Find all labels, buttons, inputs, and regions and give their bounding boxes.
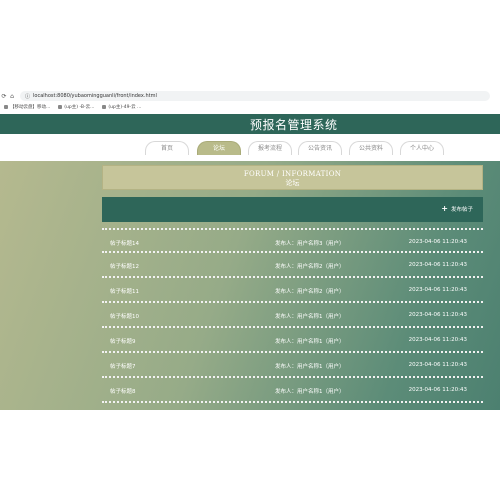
tab-forum[interactable]: 论坛 [197,141,241,155]
post-row[interactable]: 帖子标题9 发布人：用户名称1（用户） 2023-04-06 11:20:43 [102,328,483,353]
tab-home[interactable]: 首页 [145,141,189,155]
bookmark-icon [4,105,8,109]
section-banner: FORUM / INFORMATION 论坛 [102,165,483,190]
post-row[interactable]: 帖子标题8 发布人：用户名称1（用户） 2023-04-06 11:20:43 [102,378,483,403]
post-author: 发布人：用户名称3（用户） [275,241,345,247]
post-title[interactable]: 帖子标题12 [110,262,139,270]
bookmark-icon [102,105,107,109]
tab-personal-center[interactable]: 个人中心 [400,141,444,155]
post-date: 2023-04-06 11:20:43 [408,387,467,393]
home-icon[interactable]: ⌂ [8,93,16,100]
banner-title-zh: 论坛 [285,179,300,187]
post-row[interactable]: 帖子标题14 发布人：用户名称3（用户） 2023-04-06 11:20:43 [102,228,483,253]
bookmark-item[interactable]: 【移动云盘】移动... [4,104,50,110]
bookmark-item[interactable]: (up主)-49-云 ... [102,104,141,110]
forum-toolbar: + 发布帖子 [102,197,483,222]
bookmarks-bar: 【移动云盘】移动... (up主) -B-云... (up主)-49-云 ... [0,102,500,112]
post-author: 发布人：用户名称1（用户） [275,314,345,320]
post-list: 帖子标题14 发布人：用户名称3（用户） 2023-04-06 11:20:43… [102,228,483,403]
post-author: 发布人：用户名称1（用户） [275,389,345,395]
new-post-button[interactable]: + 发布帖子 [441,204,473,214]
post-author: 发布人：用户名称2（用户） [275,289,345,295]
post-title[interactable]: 帖子标题9 [110,337,136,345]
post-title[interactable]: 帖子标题14 [110,239,139,247]
tab-announcements[interactable]: 公告资讯 [298,141,342,155]
info-icon: ⓘ [25,93,31,100]
post-date: 2023-04-06 11:20:43 [408,239,467,245]
post-row[interactable]: 帖子标题10 发布人：用户名称1（用户） 2023-04-06 11:20:43 [102,303,483,328]
url-text: localhost:8080/yubaomingguanli/front/ind… [33,93,157,99]
bookmark-icon [58,105,63,109]
post-date: 2023-04-06 11:20:43 [408,312,467,318]
post-date: 2023-04-06 11:20:43 [408,362,467,368]
post-author: 发布人：用户名称2（用户） [275,264,345,270]
site-title: 预报名管理系统 [250,118,338,132]
post-title[interactable]: 帖子标题10 [110,312,139,320]
new-post-label: 发布帖子 [450,207,473,213]
tab-public-materials[interactable]: 公共资料 [349,141,393,155]
address-bar-row: ⟳ ⌂ ⓘ localhost:8080/yubaomingguanli/fro… [0,90,500,102]
bookmark-item[interactable]: (up主) -B-云... [58,104,94,110]
site-header: 预报名管理系统 [0,114,500,134]
plus-icon: + [441,204,448,213]
forum-section: FORUM / INFORMATION 论坛 + 发布帖子 帖子标题14 发布人… [0,161,500,410]
address-bar[interactable]: ⓘ localhost:8080/yubaomingguanli/front/i… [20,91,490,101]
post-author: 发布人：用户名称1（用户） [275,364,345,370]
tab-exam-process[interactable]: 报考流程 [248,141,292,155]
post-title[interactable]: 帖子标题11 [110,287,139,295]
post-title[interactable]: 帖子标题7 [110,362,136,370]
post-author: 发布人：用户名称1（用户） [275,339,345,345]
reload-icon[interactable]: ⟳ [0,93,8,100]
post-title[interactable]: 帖子标题8 [110,387,136,395]
post-row[interactable]: 帖子标题12 发布人：用户名称2（用户） 2023-04-06 11:20:43 [102,253,483,278]
post-date: 2023-04-06 11:20:43 [408,262,467,268]
post-row[interactable]: 帖子标题7 发布人：用户名称1（用户） 2023-04-06 11:20:43 [102,353,483,378]
banner-title-en: FORUM / INFORMATION [243,170,342,178]
main-nav: 首页 论坛 报考流程 公告资讯 公共资料 个人中心 [0,134,500,161]
post-date: 2023-04-06 11:20:43 [408,337,467,343]
post-date: 2023-04-06 11:20:43 [408,287,467,293]
post-row[interactable]: 帖子标题11 发布人：用户名称2（用户） 2023-04-06 11:20:43 [102,278,483,303]
